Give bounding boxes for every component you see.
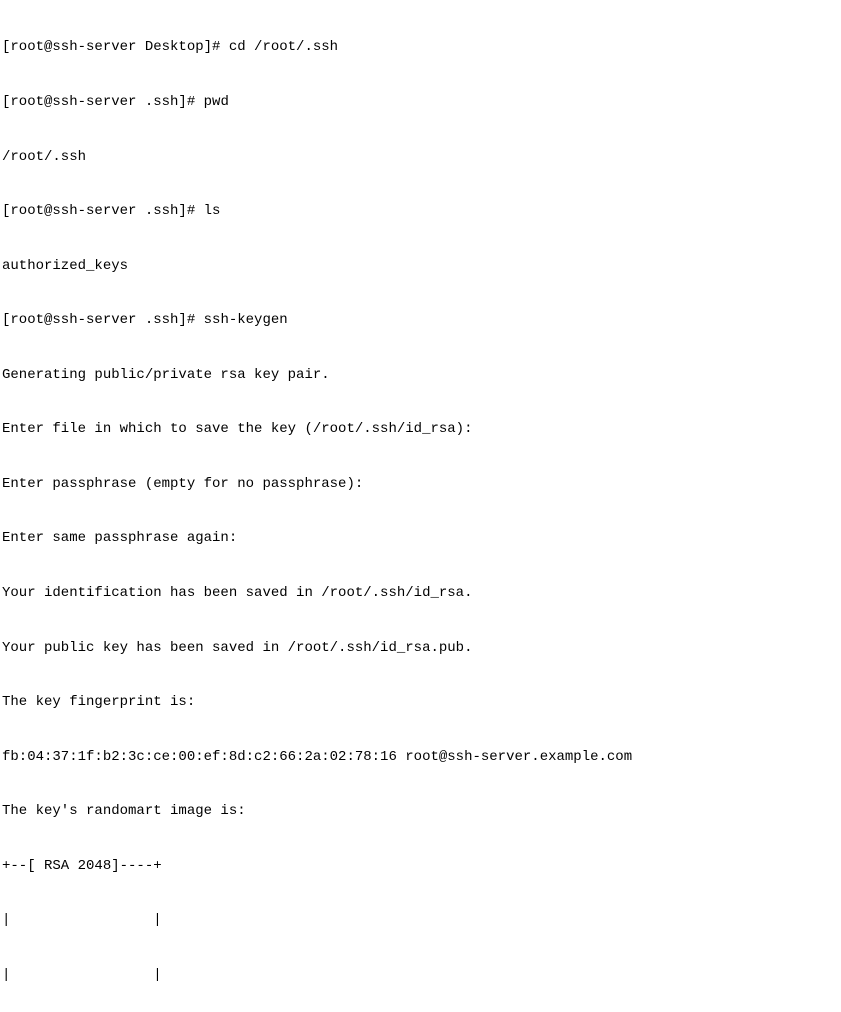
terminal-line: [root@ssh-server Desktop]# cd /root/.ssh [2,38,839,56]
terminal-line: authorized_keys [2,257,839,275]
terminal-line: Your identification has been saved in /r… [2,584,839,602]
terminal-line: | | [2,911,839,929]
terminal-line: The key's randomart image is: [2,802,839,820]
terminal-line: Enter file in which to save the key (/ro… [2,420,839,438]
shell-output: Enter passphrase (empty for no passphras… [2,476,363,492]
shell-output: The key's randomart image is: [2,803,246,819]
terminal-line: | | [2,966,839,984]
shell-output: +--[ RSA 2048]----+ [2,858,162,874]
terminal-line: [root@ssh-server .ssh]# ssh-keygen [2,311,839,329]
terminal-line: [root@ssh-server .ssh]# pwd [2,93,839,111]
terminal-line: The key fingerprint is: [2,693,839,711]
terminal-line: fb:04:37:1f:b2:3c:ce:00:ef:8d:c2:66:2a:0… [2,748,839,766]
shell-command: ls [204,203,221,219]
shell-command: cd /root/.ssh [229,39,338,55]
shell-prompt: [root@ssh-server Desktop]# [2,39,229,55]
shell-output: Enter file in which to save the key (/ro… [2,421,472,437]
shell-output: Your public key has been saved in /root/… [2,640,472,656]
shell-output: /root/.ssh [2,149,86,165]
shell-prompt: [root@ssh-server .ssh]# [2,203,204,219]
shell-output: Generating public/private rsa key pair. [2,367,330,383]
shell-prompt: [root@ssh-server .ssh]# [2,94,204,110]
terminal-line: Enter same passphrase again: [2,529,839,547]
terminal-line: /root/.ssh [2,148,839,166]
shell-output: Enter same passphrase again: [2,530,237,546]
terminal-line: +--[ RSA 2048]----+ [2,857,839,875]
shell-output: fb:04:37:1f:b2:3c:ce:00:ef:8d:c2:66:2a:0… [2,749,632,765]
shell-output: | | [2,912,162,928]
terminal-line: Your public key has been saved in /root/… [2,639,839,657]
shell-command: ssh-keygen [204,312,288,328]
terminal-line: [root@ssh-server .ssh]# ls [2,202,839,220]
shell-output: The key fingerprint is: [2,694,195,710]
terminal-line: Generating public/private rsa key pair. [2,366,839,384]
terminal-line: Enter passphrase (empty for no passphras… [2,475,839,493]
shell-command: pwd [204,94,229,110]
shell-output: Your identification has been saved in /r… [2,585,472,601]
shell-output: | | [2,967,162,983]
shell-output: authorized_keys [2,258,128,274]
terminal-output: [root@ssh-server Desktop]# cd /root/.ssh… [2,2,839,1012]
shell-prompt: [root@ssh-server .ssh]# [2,312,204,328]
